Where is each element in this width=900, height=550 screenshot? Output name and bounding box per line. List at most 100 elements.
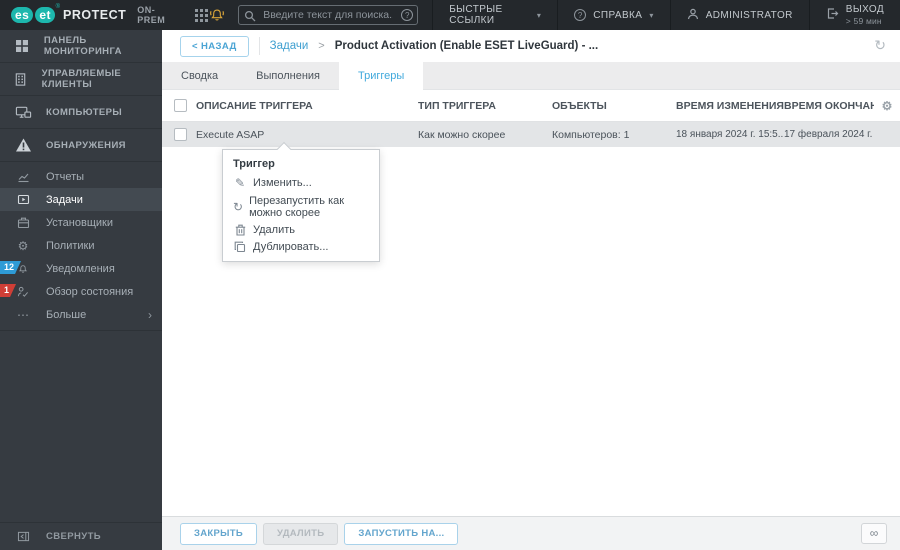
search-box: ? <box>238 5 419 27</box>
tasks-icon <box>0 193 46 206</box>
eset-logo-segment: et <box>35 7 56 23</box>
trigger-context-menu: Триггер ✎ Изменить... ↻ Перезапустить ка… <box>222 141 380 262</box>
refresh-icon[interactable]: ↻ <box>874 37 886 54</box>
sidebar-item-label: КОМПЬЮТЕРЫ <box>46 106 123 118</box>
menu-item-edit[interactable]: ✎ Изменить... <box>223 173 379 192</box>
menu-item-delete[interactable]: Удалить <box>223 221 379 238</box>
menu-item-label: Изменить... <box>253 176 312 189</box>
notifications-bell-icon[interactable] <box>208 7 226 23</box>
sidebar-item-dashboard[interactable]: ПАНЕЛЬ МОНИТОРИНГА <box>0 30 162 63</box>
sidebar-item-notifications[interactable]: Уведомления <box>0 257 162 280</box>
dashboard-icon <box>0 38 44 54</box>
collapse-label: СВЕРНУТЬ <box>46 531 101 542</box>
row-trigger-type: Как можно скорее <box>418 128 506 141</box>
quick-links-menu[interactable]: БЫСТРЫЕ ССЫЛКИ ▾ <box>432 0 557 30</box>
tab-label: Выполнения <box>256 69 321 82</box>
row-description: Execute ASAP <box>196 128 265 141</box>
tab-bar: Сводка Выполнения Триггеры <box>162 62 900 90</box>
menu-item-duplicate[interactable]: Дублировать... <box>223 238 379 255</box>
breadcrumb-parent-link[interactable]: Задачи <box>270 40 309 52</box>
sidebar-item-managed-clients[interactable]: УПРАВЛЯЕМЫЕ КЛИЕНТЫ <box>0 63 162 96</box>
logout-icon <box>826 7 839 23</box>
sidebar-item-label: Уведомления <box>46 262 115 275</box>
reports-icon <box>0 170 46 183</box>
sidebar: ПАНЕЛЬ МОНИТОРИНГА УПРАВЛЯЕМЫЕ КЛИЕНТЫ К… <box>0 30 162 550</box>
help-label: СПРАВКА <box>593 9 643 21</box>
eset-logo: es et ® <box>11 4 60 23</box>
collapse-icon <box>0 531 46 542</box>
menu-item-rerun-asap[interactable]: ↻ Перезапустить как можно скорее <box>223 192 379 221</box>
logout-label: ВЫХОД <box>845 3 884 15</box>
sidebar-item-label: Политики <box>46 239 95 252</box>
sidebar-item-detections[interactable]: ОБНАРУЖЕНИЯ <box>0 129 162 162</box>
sidebar-item-tasks[interactable]: Задачи <box>0 188 162 211</box>
edit-icon: ✎ <box>234 175 246 190</box>
logout-session-time: > 59 мин <box>845 15 882 26</box>
user-icon <box>687 8 699 23</box>
column-header-expiration[interactable]: ВРЕМЯ ОКОНЧАНИЯ. <box>784 100 874 112</box>
menu-item-label: Дублировать... <box>253 240 329 253</box>
column-settings-gear-icon[interactable]: ⚙ <box>874 99 900 113</box>
close-button[interactable]: ЗАКРЫТЬ <box>180 522 257 545</box>
column-header-description[interactable]: ОПИСАНИЕ ТРИГГЕРА <box>196 100 418 112</box>
rerun-icon: ↻ <box>233 199 244 214</box>
chevron-down-icon: ▾ <box>649 10 654 20</box>
apps-grid-icon[interactable] <box>195 8 209 22</box>
context-menu-title: Триггер <box>233 158 275 170</box>
sidebar-item-status-overview[interactable]: Обзор состояния <box>0 280 162 303</box>
computers-icon <box>0 105 46 120</box>
sidebar-collapse-button[interactable]: СВЕРНУТЬ <box>0 522 162 550</box>
row-checkbox[interactable] <box>174 128 187 141</box>
select-all-checkbox[interactable] <box>174 99 187 112</box>
show-all-infinity-button[interactable]: ∞ <box>861 523 887 544</box>
building-icon <box>0 72 42 87</box>
user-label: ADMINISTRATOR <box>705 9 793 21</box>
sidebar-item-policies[interactable]: ⚙ Политики <box>0 234 162 257</box>
sidebar-item-label: ПАНЕЛЬ МОНИТОРИНГА <box>43 35 122 57</box>
sidebar-item-computers[interactable]: КОМПЬЮТЕРЫ <box>0 96 162 129</box>
logout-button[interactable]: ВЫХОД > 59 мин <box>808 0 900 30</box>
run-on-button[interactable]: ЗАПУСТИТЬ НА... <box>344 522 459 545</box>
sidebar-item-reports[interactable]: Отчеты <box>0 165 162 188</box>
duplicate-icon <box>233 241 247 253</box>
sidebar-item-label: Установщики <box>46 216 113 229</box>
search-icon <box>244 9 256 27</box>
warning-triangle-icon <box>0 137 46 153</box>
sidebar-item-installers[interactable]: Установщики <box>0 211 162 234</box>
main-content: < НАЗАД Задачи > Product Activation (Ena… <box>162 30 900 550</box>
back-button[interactable]: < НАЗАД <box>180 35 249 57</box>
search-input[interactable] <box>238 5 419 25</box>
chevron-down-icon: ▾ <box>536 10 542 20</box>
table-row[interactable]: Execute ASAP Как можно скорее Компьютеро… <box>162 122 900 147</box>
installer-box-icon <box>0 216 46 229</box>
menu-item-label: Удалить <box>253 223 295 236</box>
breadcrumb-divider <box>258 37 260 55</box>
registered-mark: ® <box>55 4 61 10</box>
tab-executions[interactable]: Выполнения <box>237 62 339 89</box>
breadcrumb: < НАЗАД Задачи > Product Activation (Ena… <box>162 30 900 62</box>
sidebar-item-label: УПРАВЛЯЕМЫЕ КЛИЕНТЫ <box>41 68 122 90</box>
breadcrumb-current: Product Activation (Enable ESET LiveGuar… <box>334 40 599 52</box>
action-footer: ЗАКРЫТЬ УДАЛИТЬ ЗАПУСТИТЬ НА... ∞ <box>162 516 900 550</box>
column-header-trigger-type[interactable]: ТИП ТРИГГЕРА <box>418 100 552 112</box>
tab-summary[interactable]: Сводка <box>162 62 237 89</box>
sidebar-item-label: Отчеты <box>46 170 85 183</box>
help-menu[interactable]: ? СПРАВКА ▾ <box>557 0 669 30</box>
delete-button[interactable]: УДАЛИТЬ <box>262 522 339 545</box>
menu-item-label: Перезапустить как можно скорее <box>249 194 345 219</box>
product-suffix: ON-PREM <box>137 5 166 25</box>
table-header: ОПИСАНИЕ ТРИГГЕРА ТИП ТРИГГЕРА ОБЪЕКТЫ В… <box>162 90 900 122</box>
user-menu[interactable]: ADMINISTRATOR <box>669 0 809 30</box>
help-icon: ? <box>574 9 587 21</box>
more-icon: ⋯ <box>17 307 29 322</box>
sidebar-item-more[interactable]: ⋯ Больше › <box>0 303 162 326</box>
sidebar-item-label: Задачи <box>46 193 83 206</box>
column-header-targets[interactable]: ОБЪЕКТЫ <box>552 100 676 112</box>
chevron-right-icon: › <box>148 307 152 322</box>
quick-links-label: БЫСТРЫЕ ССЫЛКИ <box>449 4 503 26</box>
row-modified-time: 18 января 2024 г. 15:5... <box>676 129 784 140</box>
row-expiration-time: 17 февраля 2024 г. 15:... <box>784 129 874 140</box>
row-targets: Компьютеров: 1 <box>552 128 630 141</box>
tab-triggers[interactable]: Триггеры <box>339 62 424 90</box>
column-header-modified[interactable]: ВРЕМЯ ИЗМЕНЕНИЯ <box>676 100 784 112</box>
